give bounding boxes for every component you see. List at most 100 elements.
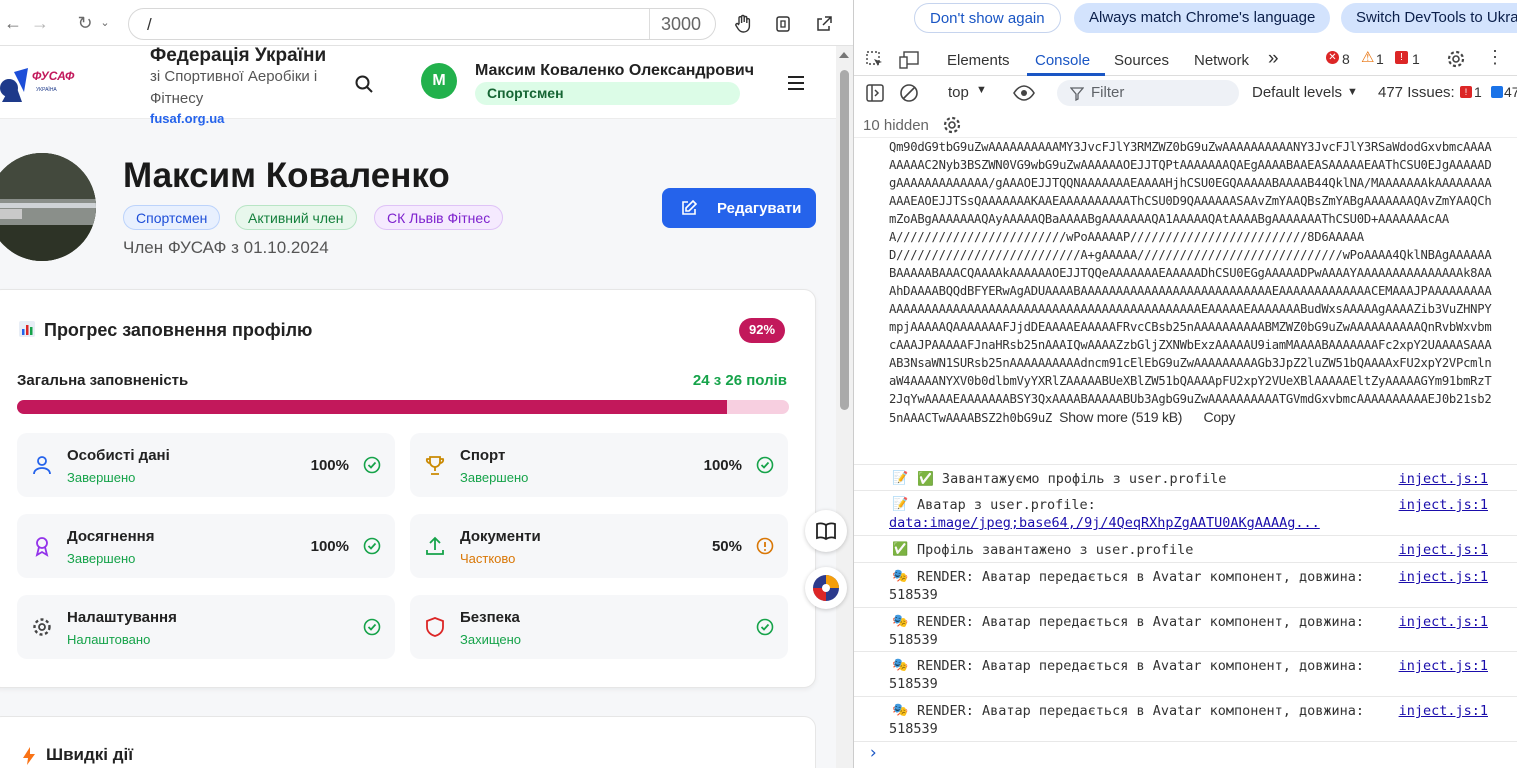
sidebar-toggle-icon[interactable]: [865, 83, 885, 103]
console-log-row: 🎭 RENDER: Аватар передається в Avatar ко…: [854, 607, 1517, 651]
progress-section[interactable]: Спорт Завершено 100%: [410, 433, 788, 497]
back-icon[interactable]: ←: [2, 12, 24, 34]
progress-bar-fill: [17, 400, 728, 414]
tab-console[interactable]: Console: [1035, 52, 1090, 69]
progress-section[interactable]: Налаштування Налаштовано: [17, 595, 395, 659]
context-selector[interactable]: top: [948, 84, 969, 101]
edit-label: Редагувати: [717, 200, 802, 217]
shield-icon: [426, 617, 444, 637]
check-circle-icon: [363, 537, 381, 555]
settings-icon[interactable]: [1446, 49, 1466, 69]
console-log-row: 🎭 RENDER: Аватар передається в Avatar ко…: [854, 562, 1517, 607]
book-icon: [816, 522, 836, 541]
fusaf-logo[interactable]: ФУСАФ УКРАЇНА: [0, 62, 80, 108]
log-source-link[interactable]: inject.js:1: [1399, 470, 1488, 488]
base64-text: Qm90dG9tbG9uZwAAAAAAAAAAMY3JvcFJlY3RMZWZ…: [889, 140, 1492, 425]
screen: ← → ↻ ⌄ / 3000 ФУСАФ УКРАЇНА Федерація У…: [0, 0, 1517, 768]
progress-section[interactable]: Безпека Захищено: [410, 595, 788, 659]
log-levels-dropdown[interactable]: Default levels: [1252, 84, 1342, 101]
progress-section[interactable]: Досягнення Завершено 100%: [17, 514, 395, 578]
hidden-messages-row: 10 hidden: [854, 112, 1517, 138]
log-source-link[interactable]: inject.js:1: [1399, 657, 1488, 675]
tab-network[interactable]: Network: [1194, 52, 1249, 69]
progress-section[interactable]: Особисті дані Завершено 100%: [17, 433, 395, 497]
show-more-link[interactable]: Show more (519 kB): [1059, 409, 1182, 425]
book-button[interactable]: [805, 510, 847, 552]
theater-masks-icon: 🎭: [892, 703, 909, 718]
warning-count[interactable]: 1: [1376, 51, 1384, 67]
profile-header: Максим Коваленко Спортсмен Активний член…: [0, 119, 836, 289]
log-source-link[interactable]: inject.js:1: [1399, 568, 1488, 586]
page-scrollbar[interactable]: [836, 46, 853, 768]
log-text: Профіль завантажено з user.profile: [917, 542, 1194, 558]
eye-icon[interactable]: [1012, 84, 1036, 102]
section-percent: 100%: [310, 538, 349, 555]
tab-sources[interactable]: Sources: [1114, 52, 1169, 69]
scroll-thumb[interactable]: [840, 70, 849, 410]
section-status: Завершено: [67, 470, 136, 485]
log-source-link[interactable]: inject.js:1: [1399, 496, 1488, 514]
hidden-count: 10 hidden: [863, 117, 929, 134]
hand-icon[interactable]: [733, 14, 753, 34]
address-bar[interactable]: / 3000: [128, 8, 716, 40]
open-external-icon[interactable]: [814, 14, 834, 34]
log-source-link[interactable]: inject.js:1: [1399, 613, 1488, 631]
log-text: RENDER: Аватар передається в Avatar комп…: [917, 658, 1365, 674]
scroll-up-arrow[interactable]: [839, 52, 849, 58]
error-count[interactable]: 8: [1342, 51, 1350, 67]
profile-avatar[interactable]: [0, 153, 96, 261]
tab-elements[interactable]: Elements: [947, 52, 1010, 69]
console-log-row: 📝 ✅ Завантажуємо профіль з user.profile …: [854, 464, 1517, 490]
issues-label[interactable]: 477 Issues:: [1378, 84, 1455, 101]
console-log-row: 🎭 RENDER: Аватар передається в Avatar ко…: [854, 651, 1517, 696]
forward-icon[interactable]: →: [29, 12, 51, 34]
console-log-row: 🎭 RENDER: Аватар передається в Avatar ко…: [854, 696, 1517, 741]
chevron-down-icon[interactable]: ⌄: [94, 12, 116, 34]
log-source-link[interactable]: inject.js:1: [1399, 702, 1488, 720]
switch-language-button[interactable]: Switch DevTools to Ukra: [1341, 3, 1517, 33]
issues-info-icon: [1491, 86, 1503, 98]
console-settings-icon[interactable]: [942, 115, 962, 135]
dont-show-again-button[interactable]: Don't show again: [914, 3, 1061, 33]
console-toolbar: top ▼ Filter Default levels ▼ 477 Issues…: [854, 78, 1517, 108]
hamburger-menu-icon[interactable]: [784, 73, 808, 93]
match-language-button[interactable]: Always match Chrome's language: [1074, 3, 1331, 33]
quick-actions-card: Швидкі дії: [0, 716, 816, 768]
club-badge: СК Львів Фітнес: [374, 205, 504, 230]
color-picker-button[interactable]: [805, 567, 847, 609]
log-text: ✅ Завантажуємо профіль з user.profile: [917, 471, 1227, 487]
levels-dropdown-icon[interactable]: ▼: [1347, 86, 1358, 98]
issue-icon: !: [1395, 51, 1408, 64]
data-url-link[interactable]: data:image/jpeg;base64,/9j/4QeqRXhpZgAAT…: [889, 514, 1320, 532]
context-dropdown-icon[interactable]: ▼: [976, 84, 987, 96]
clear-console-icon[interactable]: [899, 83, 919, 103]
log-source-link[interactable]: inject.js:1: [1399, 541, 1488, 559]
console-log-row: ✅ Профіль завантажено з user.profile inj…: [854, 535, 1517, 562]
device-toolbar-icon[interactable]: [899, 50, 921, 70]
section-status: Захищено: [460, 632, 522, 647]
copy-link[interactable]: Copy: [1203, 409, 1235, 425]
edit-icon: [682, 199, 698, 215]
edit-profile-button[interactable]: Редагувати: [662, 188, 816, 228]
section-title: Документи: [460, 528, 541, 545]
memo-icon: 📝: [892, 497, 909, 512]
console-prompt[interactable]: ›: [854, 741, 1517, 768]
user-avatar[interactable]: М: [421, 63, 457, 99]
gear-icon: [33, 618, 51, 636]
progress-section[interactable]: Документи Частково 50%: [410, 514, 788, 578]
more-tabs-icon[interactable]: »: [1268, 48, 1279, 70]
extension-icon[interactable]: [773, 14, 793, 34]
filter-input[interactable]: Filter: [1057, 80, 1239, 106]
section-status: Завершено: [460, 470, 529, 485]
log-value: 518539: [889, 721, 938, 737]
search-icon[interactable]: [352, 72, 376, 96]
issue-count[interactable]: 1: [1412, 51, 1420, 67]
issues-error-count[interactable]: 1: [1474, 84, 1482, 100]
issues-info-count[interactable]: 47: [1504, 84, 1517, 100]
overall-count: 24 з 26 полів: [692, 372, 787, 389]
devtools-panel: Don't show again Always match Chrome's l…: [853, 0, 1517, 768]
reload-icon[interactable]: ↻: [74, 12, 96, 34]
inspect-element-icon[interactable]: [865, 50, 885, 70]
section-percent: 100%: [310, 457, 349, 474]
kebab-menu-icon[interactable]: ⋮: [1486, 47, 1504, 68]
